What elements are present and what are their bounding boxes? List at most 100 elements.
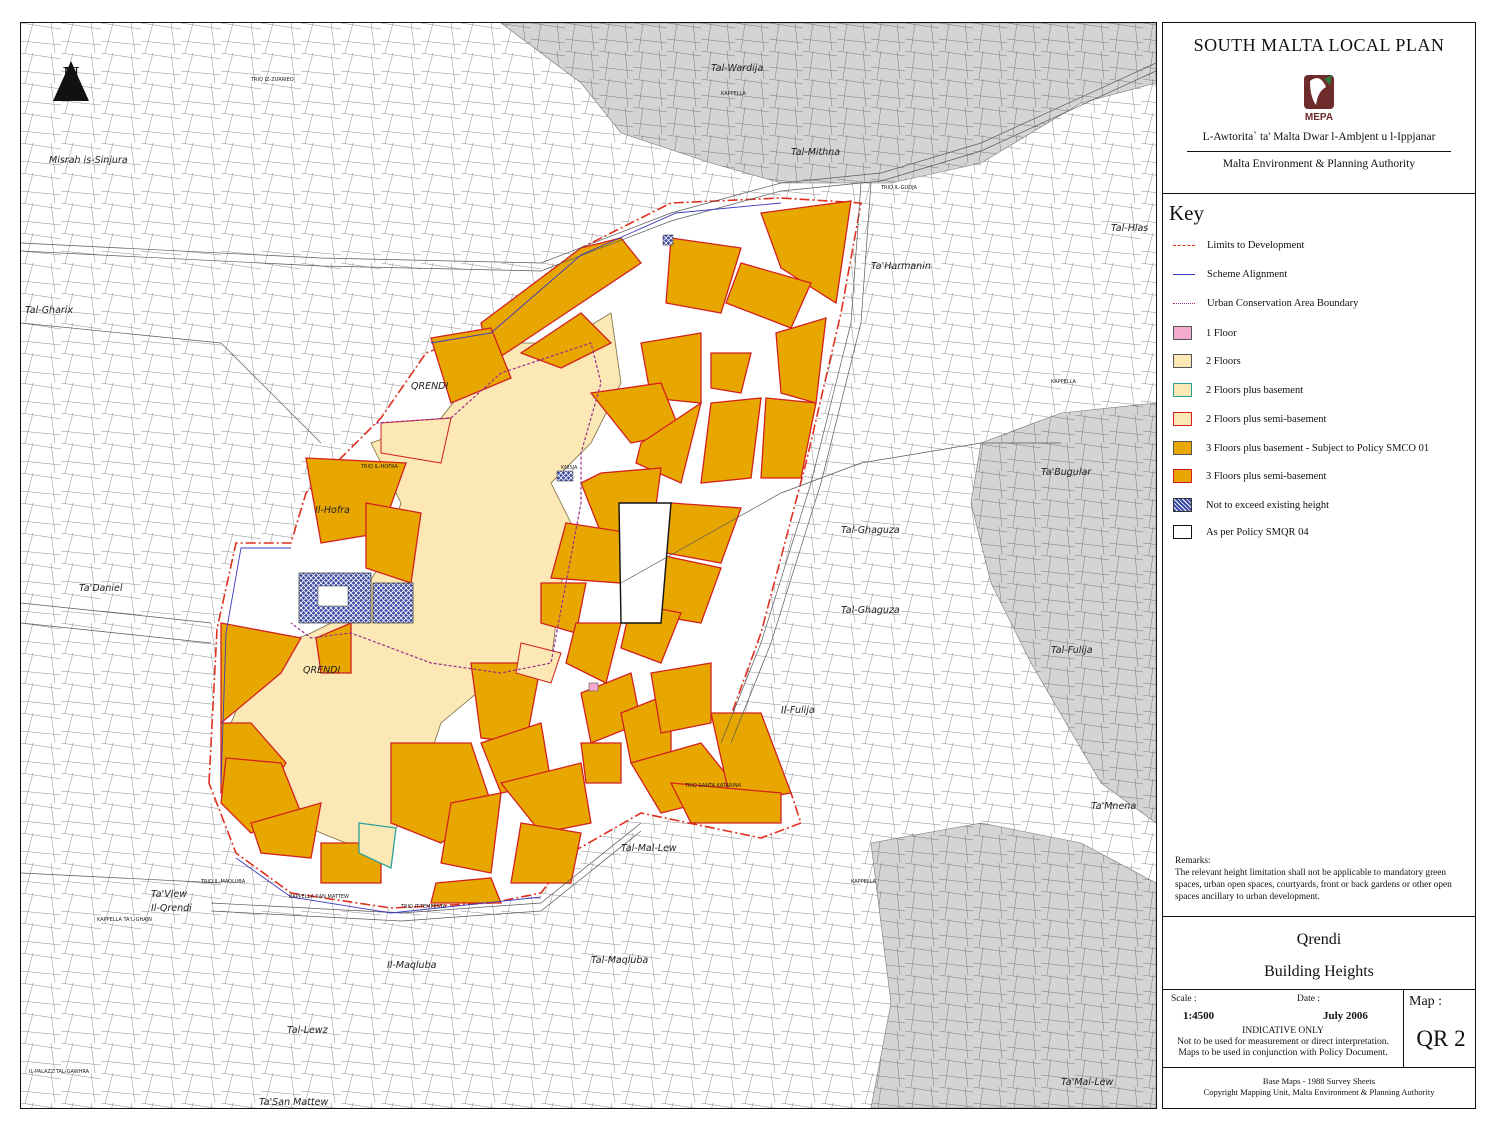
authority-english: Malta Environment & Planning Authority xyxy=(1222,158,1416,170)
key-item-scheme-alignment: Scheme Alignment xyxy=(1173,264,1473,284)
label-ta-san-mattew: Ta'San Mattew xyxy=(259,1097,328,1108)
remarks-text: The relevant height limitation shall not… xyxy=(1175,868,1452,902)
key-item-conservation: Urban Conservation Area Boundary xyxy=(1173,293,1473,313)
legend-panel: SOUTH MALTA LOCAL PLAN MEPA L-Awtorita` … xyxy=(1162,22,1476,1109)
key-item-label: 2 Floors xyxy=(1206,355,1241,367)
note-title: INDICATIVE ONLY xyxy=(1242,1026,1324,1036)
swatch-existing-height xyxy=(1173,498,1192,512)
label-ta-mal-lew: Ta'Mal-Lew xyxy=(1061,1077,1113,1088)
zone-1-floor xyxy=(588,682,599,692)
grey-zone-southeast xyxy=(870,822,1156,1108)
label-triq-il-maqluba: TRIQ IL-MAQLUBA xyxy=(200,879,246,885)
label-knisja: KNISJA xyxy=(561,465,578,471)
key-item-smqr04: As per Policy SMQR 04 xyxy=(1173,522,1473,542)
map-name: Building Heights xyxy=(1264,963,1374,980)
note-line-2: Maps to be used in conjunction with Poli… xyxy=(1178,1048,1388,1058)
header-divider xyxy=(1187,151,1451,152)
footer-block: Base Maps - 1988 Survey Sheets Copyright… xyxy=(1163,1067,1475,1109)
swatch-2-floors-basement xyxy=(1173,383,1192,397)
key-item-label: 1 Floor xyxy=(1206,327,1237,339)
limits-line-icon xyxy=(1173,244,1195,246)
label-tal-maqluba: Tal-Maqluba xyxy=(591,955,648,966)
key-item-2-floors-basement: 2 Floors plus basement xyxy=(1173,380,1473,400)
key-item-label: Urban Conservation Area Boundary xyxy=(1207,297,1359,309)
date-value: July 2006 xyxy=(1323,1010,1368,1022)
north-arrow-icon xyxy=(53,61,89,101)
label-qrendi-north: QRENDI xyxy=(411,381,449,392)
swatch-1-floor xyxy=(1173,326,1192,340)
base-maps: Base Maps - 1988 Survey Sheets xyxy=(1262,1076,1376,1086)
scale-divider xyxy=(1403,990,1404,1068)
scale-label: Scale : xyxy=(1171,994,1197,1004)
conservation-line-icon xyxy=(1173,302,1195,304)
label-il-maqluba: Il-Maqluba xyxy=(387,960,437,971)
map-label: Map : xyxy=(1409,994,1443,1009)
date-label: Date : xyxy=(1297,994,1320,1004)
church-plot xyxy=(317,585,349,607)
svg-text:MEPA: MEPA xyxy=(1305,112,1333,123)
key-item-2-floors: 2 Floors xyxy=(1173,351,1473,371)
label-il-fulija: Il-Fulija xyxy=(781,705,815,716)
label-tal-wardija: Tal-Wardija xyxy=(711,63,763,74)
map-canvas[interactable]: Misrah is-Sinjura Tal-Wardija Tal-Mithna… xyxy=(21,23,1156,1108)
copyright: Copyright Mapping Unit, Malta Environmen… xyxy=(1203,1087,1435,1097)
label-tal-gharix: Tal-Gharix xyxy=(25,305,73,316)
label-triq-it-tempesta: TRIQ IT-TEMPESTA xyxy=(400,904,446,910)
indicative-note: INDICATIVE ONLY Not to be used for measu… xyxy=(1163,1026,1403,1059)
label-triq-il-gudja: TRIQ IL-GUDJA xyxy=(880,185,917,191)
label-ta-harmanin: Ta'Harmanin xyxy=(871,261,931,272)
key-item-label: 3 Floors plus basement - Subject to Poli… xyxy=(1206,442,1430,454)
label-triq-santa-katarina: TRIQ SANTA KATARINA xyxy=(684,783,742,789)
label-il-palazz: IL-PALAZZ TAL-GAWHRA xyxy=(29,1069,90,1075)
plan-title: SOUTH MALTA LOCAL PLAN xyxy=(1193,35,1445,55)
key-title: Key xyxy=(1169,201,1204,225)
label-qrendi-south: QRENDI xyxy=(303,665,341,676)
label-tal-ghaguza-1: Tal-Ghaguza xyxy=(841,525,900,536)
label-misrah-is-sinjura: Misrah is-Sinjura xyxy=(49,155,128,166)
label-ta-mnena: Ta'Mnena xyxy=(1091,801,1136,812)
label-tal-lewz: Tal-Lewz xyxy=(287,1025,329,1036)
label-triq-il-hofra: TRIQ IL-HOFRA xyxy=(360,464,398,470)
key-item-3-floors-basement: 3 Floors plus basement - Subject to Poli… xyxy=(1173,438,1473,458)
label-tal-hlas: Tal-Hlas xyxy=(1111,223,1148,234)
authority-maltese: L-Awtorita` ta' Malta Dwar l-Ambjent u l… xyxy=(1202,131,1436,143)
key-item-label: As per Policy SMQR 04 xyxy=(1206,526,1309,538)
label-tal-ghaguza-2: Tal-Ghaguza xyxy=(841,605,900,616)
label-kappella-1: KAPPELLA xyxy=(851,879,876,885)
zone-smqr04 xyxy=(618,502,672,624)
key-item-3-floors-semi-basement: 3 Floors plus semi-basement xyxy=(1173,466,1473,486)
remarks-title: Remarks: xyxy=(1175,856,1211,866)
label-tal-mal-lew: Tal-Mal-Lew xyxy=(621,843,677,854)
label-il-hofra: Il-Hofra xyxy=(315,505,350,516)
map-number: QR 2 xyxy=(1416,1026,1466,1051)
key-item-2-floors-semi-basement: 2 Floors plus semi-basement xyxy=(1173,409,1473,429)
key-item-label: Limits to Development xyxy=(1207,239,1305,251)
mepa-logo: MEPA xyxy=(1304,75,1334,123)
label-triq-iz-zurrieq: TRIQ IZ-ZURRIEQ xyxy=(250,77,294,83)
swatch-3-floors-basement xyxy=(1173,441,1192,455)
key-item-label: Not to exceed existing height xyxy=(1206,499,1330,511)
swatch-2-floors-semi-basement xyxy=(1173,412,1192,426)
north-arrow: N xyxy=(51,59,91,101)
key-item-label: 2 Floors plus semi-basement xyxy=(1206,413,1327,425)
scale-block: Scale : Date : Map : 1:4500 July 2006 IN… xyxy=(1163,989,1475,1068)
map-frame[interactable]: Misrah is-Sinjura Tal-Wardija Tal-Mithna… xyxy=(20,22,1157,1109)
panel-header: SOUTH MALTA LOCAL PLAN MEPA L-Awtorita` … xyxy=(1163,23,1475,194)
label-kappella-san-mattew: KAPPELLA SAN MATTEW xyxy=(289,894,349,900)
scheme-line-icon xyxy=(1173,273,1195,275)
label-tal-fulija: Tal-Fulija xyxy=(1051,645,1093,656)
key-item-label: 3 Floors plus semi-basement xyxy=(1206,470,1327,482)
swatch-3-floors-semi-basement xyxy=(1173,469,1192,483)
key-item-label: 2 Floors plus basement xyxy=(1206,384,1304,396)
label-ta-daniel: Ta'Daniel xyxy=(79,583,123,594)
label-il-qrendi-s: Il-Qrendi xyxy=(151,903,192,914)
label-kappella-3: KAPPELLA xyxy=(721,91,746,97)
key-item-label: Scheme Alignment xyxy=(1207,268,1288,280)
label-tal-mithna: Tal-Mithna xyxy=(791,147,840,158)
key-item-existing-height: Not to exceed existing height xyxy=(1173,495,1473,515)
label-kappella-2: KAPPELLA xyxy=(1051,379,1076,385)
place-name: Qrendi xyxy=(1296,931,1342,948)
swatch-2-floors xyxy=(1173,354,1192,368)
label-ta-bugular: Ta'Bugular xyxy=(1041,467,1092,478)
scale-value: 1:4500 xyxy=(1183,1010,1215,1022)
